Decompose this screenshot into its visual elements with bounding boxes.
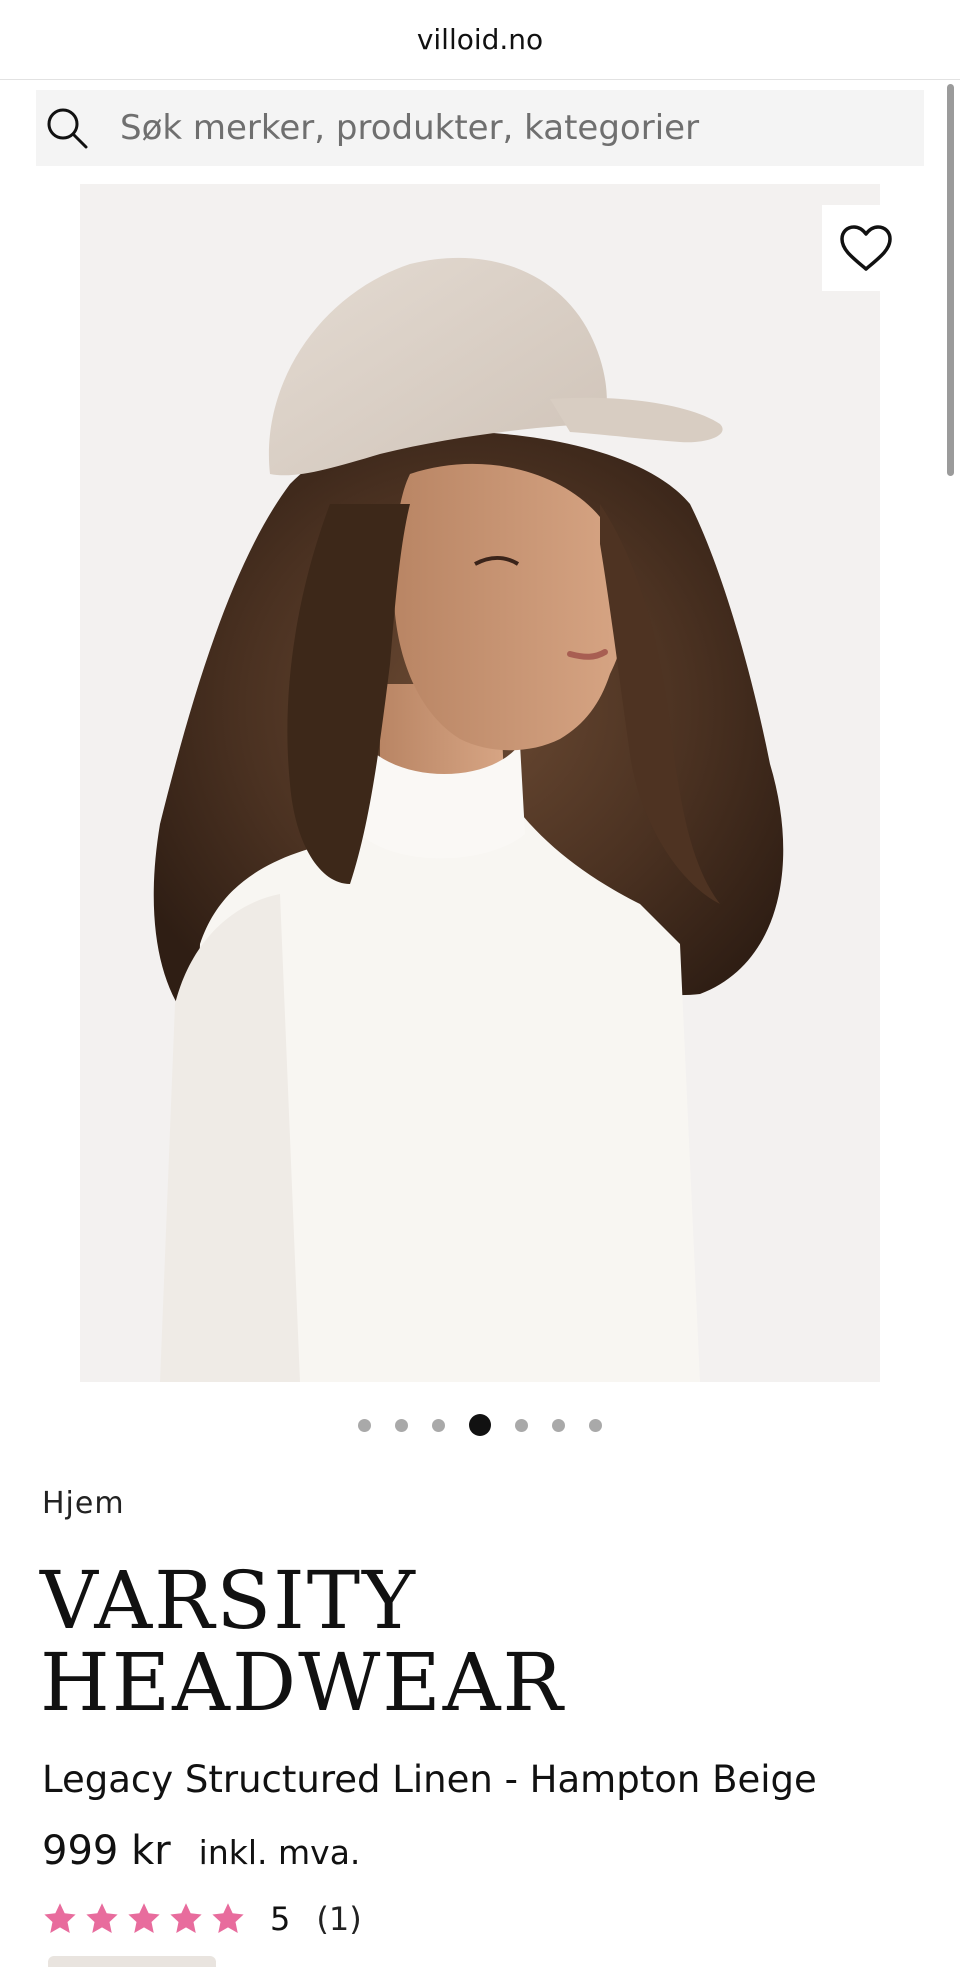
review-count[interactable]: (1)	[316, 1900, 361, 1938]
heart-icon	[840, 225, 892, 271]
search-icon[interactable]	[44, 105, 90, 151]
search-input[interactable]	[118, 107, 878, 149]
price-row: 999 kr inkl. mva.	[42, 1828, 360, 1874]
brand-name[interactable]: VARSITY HEADWEAR	[40, 1560, 840, 1724]
pagination-dot-active[interactable]	[469, 1414, 491, 1436]
product-title: Legacy Structured Linen - Hampton Beige	[42, 1758, 817, 1801]
search-bar[interactable]	[36, 90, 924, 166]
url-text: villoid.no	[416, 23, 544, 56]
brand-name-line2: HEADWEAR	[40, 1636, 565, 1729]
pagination-dot[interactable]	[589, 1418, 602, 1432]
breadcrumb: Hjem	[42, 1486, 125, 1521]
pagination-dot[interactable]	[358, 1418, 371, 1432]
product-photo	[80, 184, 880, 1382]
star-icon	[170, 1903, 202, 1933]
next-section-thumbnail[interactable]	[48, 1956, 216, 1967]
pagination-dot[interactable]	[552, 1418, 565, 1432]
vat-note: inkl. mva.	[198, 1833, 361, 1872]
pagination-dot[interactable]	[515, 1418, 528, 1432]
breadcrumb-home-link[interactable]: Hjem	[42, 1486, 125, 1521]
star-icon	[212, 1903, 244, 1933]
rating-score: 5	[270, 1900, 291, 1938]
rating[interactable]: 5 (1)	[42, 1900, 362, 1938]
brand-name-line1: VARSITY	[40, 1554, 417, 1647]
pagination-dot[interactable]	[395, 1418, 408, 1432]
product-image[interactable]	[80, 184, 880, 1382]
rating-stars	[42, 1901, 246, 1937]
star-icon	[44, 1903, 76, 1933]
price: 999 kr	[42, 1828, 171, 1874]
gallery-pagination	[0, 1412, 960, 1438]
page-scrollbar[interactable]	[947, 84, 954, 476]
pagination-dot[interactable]	[432, 1418, 445, 1432]
browser-url-bar[interactable]: villoid.no	[0, 0, 960, 80]
star-icon	[128, 1903, 160, 1933]
star-icon	[86, 1903, 118, 1933]
wishlist-button[interactable]	[822, 205, 910, 291]
